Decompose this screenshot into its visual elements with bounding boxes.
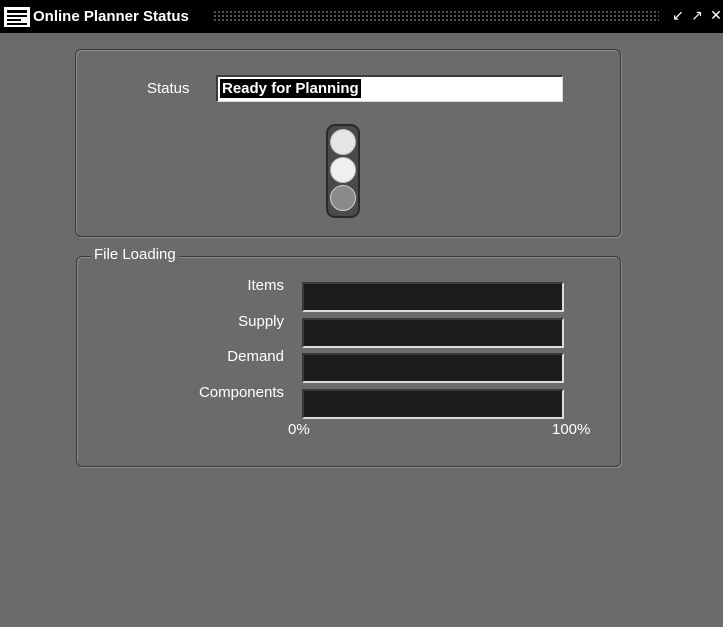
- items-progress-bar: [302, 282, 564, 312]
- maximize-icon[interactable]: ↗: [689, 7, 705, 25]
- traffic-light-middle-lamp: [330, 157, 356, 183]
- title-bar[interactable]: Online Planner Status ↙ ↗ ✕: [0, 0, 723, 33]
- scale-max-label: 100%: [552, 421, 591, 438]
- online-planner-status-window: Online Planner Status ↙ ↗ ✕ Status Ready…: [0, 0, 723, 627]
- status-label: Status: [147, 80, 190, 97]
- components-label: Components: [198, 384, 284, 401]
- demand-progress-bar: [302, 353, 564, 383]
- demand-label: Demand: [227, 348, 284, 365]
- status-field[interactable]: Ready for Planning: [216, 75, 563, 102]
- app-logo-icon: [4, 7, 30, 27]
- scale-min-label: 0%: [288, 421, 310, 438]
- traffic-light-icon: [326, 124, 360, 218]
- file-loading-legend: File Loading: [91, 246, 179, 263]
- minimize-icon[interactable]: ↙: [670, 7, 686, 25]
- components-progress-bar: [302, 389, 564, 419]
- traffic-light-bottom-lamp: [330, 185, 356, 211]
- status-value: Ready for Planning: [220, 79, 361, 98]
- title-bar-drag-area[interactable]: [213, 10, 659, 23]
- window-title: Online Planner Status: [33, 8, 189, 25]
- traffic-light-top-lamp: [330, 129, 356, 155]
- items-label: Items: [247, 277, 284, 294]
- supply-label: Supply: [238, 313, 284, 330]
- close-icon[interactable]: ✕: [708, 7, 723, 25]
- supply-progress-bar: [302, 318, 564, 348]
